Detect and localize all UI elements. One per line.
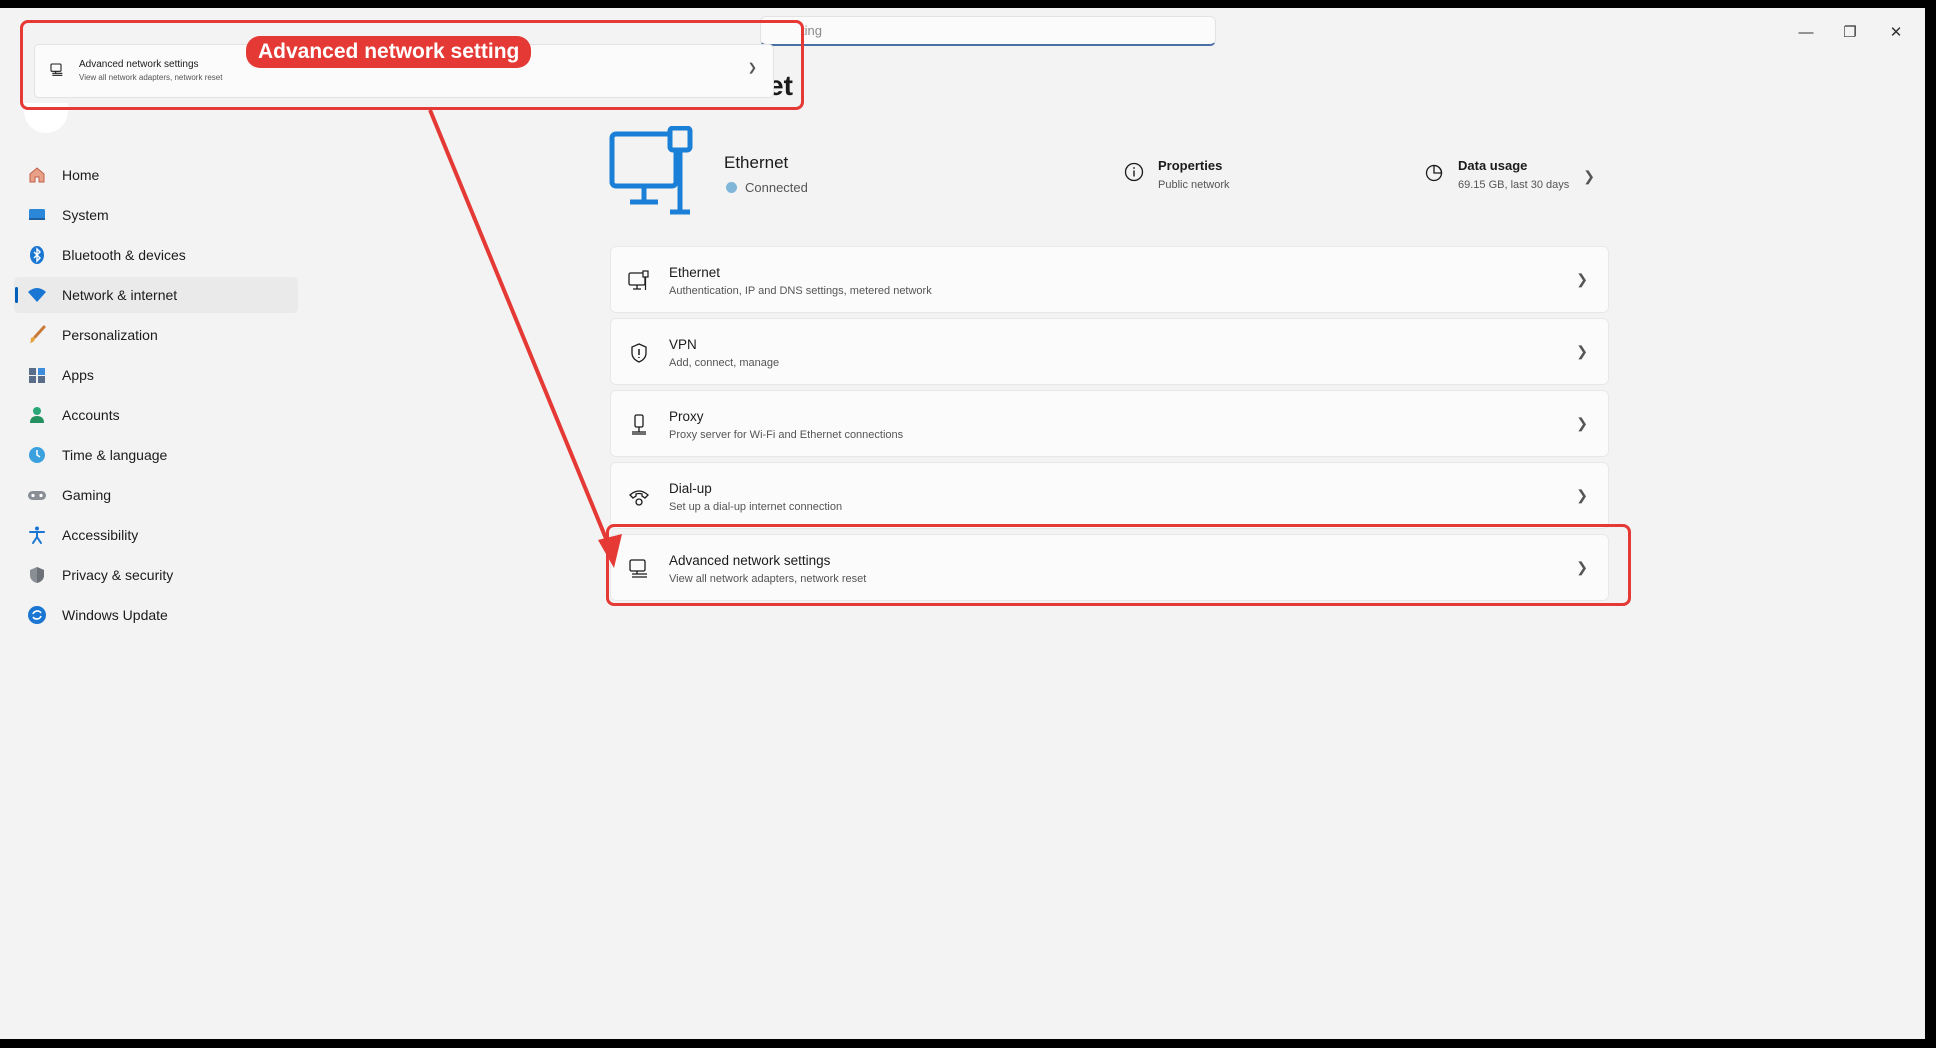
annotation-arrow xyxy=(428,109,622,568)
settings-window: — ❐ ✕ ting rnet Home System Bluetooth & … xyxy=(0,8,1925,1039)
